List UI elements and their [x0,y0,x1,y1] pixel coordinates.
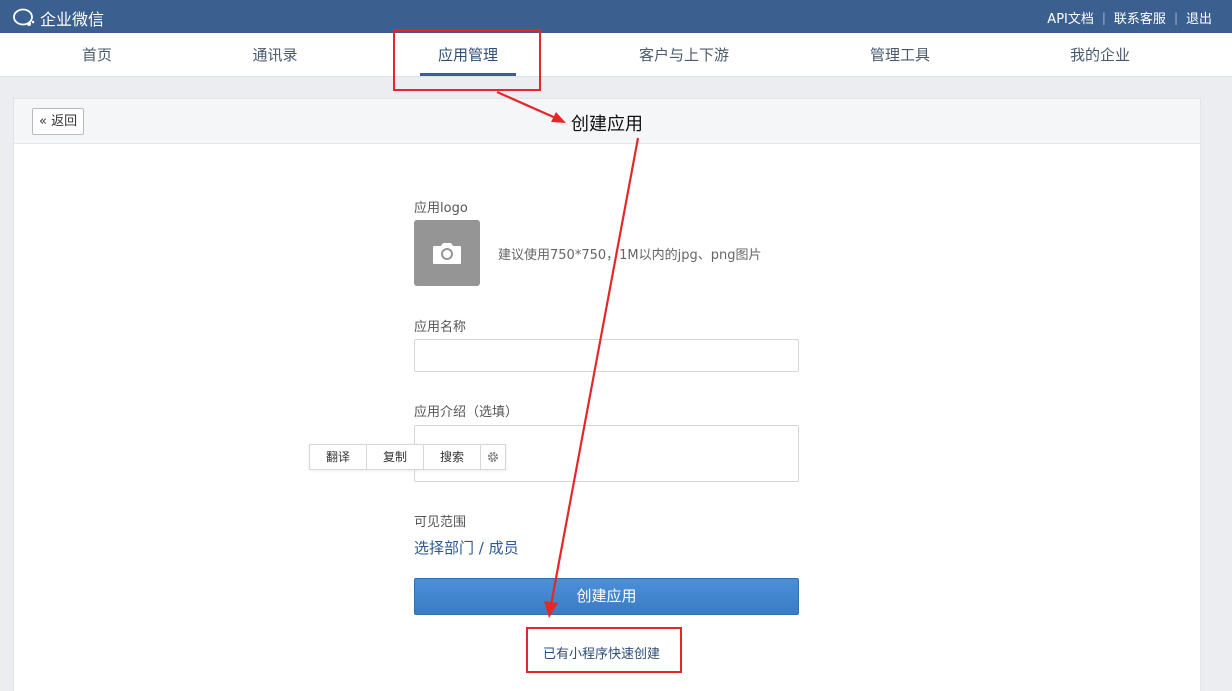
double-chevron-left-icon: « [39,114,47,129]
copy-button[interactable]: 复制 [367,445,424,469]
logout-link[interactable]: 退出 [1186,8,1212,27]
settings-button[interactable] [481,445,505,469]
nav-management-tools[interactable]: 管理工具 [858,33,942,77]
brand-name: 企业微信 [40,10,105,29]
create-app-button[interactable]: 创建应用 [414,578,799,615]
logo-hint: 建议使用750*750，1M以内的jpg、png图片 [498,248,762,263]
main-nav: 首页 通讯录 应用管理 客户与上下游 管理工具 我的企业 [0,33,1232,77]
back-button[interactable]: « 返回 [32,108,85,135]
name-label: 应用名称 [414,320,467,335]
nav-customers[interactable]: 客户与上下游 [622,33,746,77]
logo-upload[interactable] [414,220,480,286]
wecom-logo-icon [13,8,35,26]
top-links: API文档 | 联系客服 | 退出 [1047,8,1212,28]
annotation-label: 创建应用 [571,114,643,135]
nav-home[interactable]: 首页 [62,33,132,77]
camera-icon [433,243,461,264]
contact-support-link[interactable]: 联系客服 [1114,8,1166,27]
top-bar: 企业微信 API文档 | 联系客服 | 退出 [0,0,1232,33]
select-members-link[interactable]: 选择部门 / 成员 [414,537,519,558]
divider: | [1101,10,1106,25]
divider: | [1173,10,1178,25]
api-docs-link[interactable]: API文档 [1047,8,1094,27]
app-name-input[interactable] [414,339,799,372]
logo-label: 应用logo [414,201,468,216]
back-label: 返回 [51,114,78,129]
annotation-box-nav [393,29,541,91]
annotation-box-quick-create [526,627,682,673]
scope-label: 可见范围 [414,515,467,530]
nav-contacts[interactable]: 通讯录 [240,33,310,77]
gear-icon [488,452,498,462]
brand-logo[interactable]: 企业微信 [12,6,104,30]
translate-button[interactable]: 翻译 [310,445,367,469]
intro-label: 应用介绍（选填） [414,405,519,420]
search-button[interactable]: 搜索 [424,445,481,469]
nav-my-enterprise[interactable]: 我的企业 [1058,33,1142,77]
context-toolbar: 翻译 复制 搜索 [309,444,506,470]
